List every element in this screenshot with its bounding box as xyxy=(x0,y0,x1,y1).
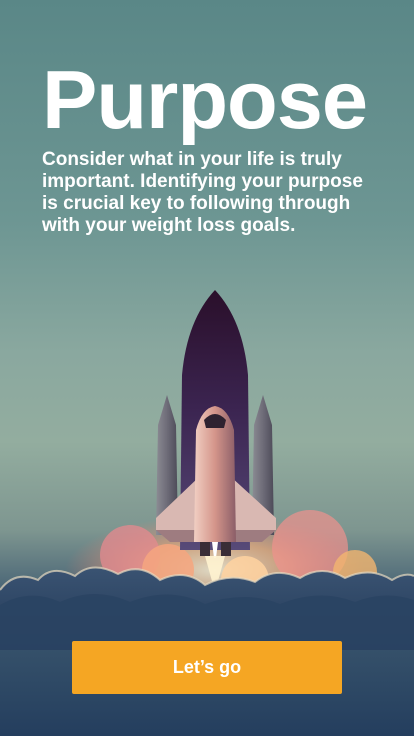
lets-go-button[interactable]: Let’s go xyxy=(72,641,342,694)
description-text: Consider what in your life is truly impo… xyxy=(42,149,363,236)
page-title: Purpose xyxy=(42,53,368,146)
rocket-launch-icon xyxy=(0,290,414,650)
onboarding-screen: Purpose Consider what in your life is tr… xyxy=(0,0,414,736)
